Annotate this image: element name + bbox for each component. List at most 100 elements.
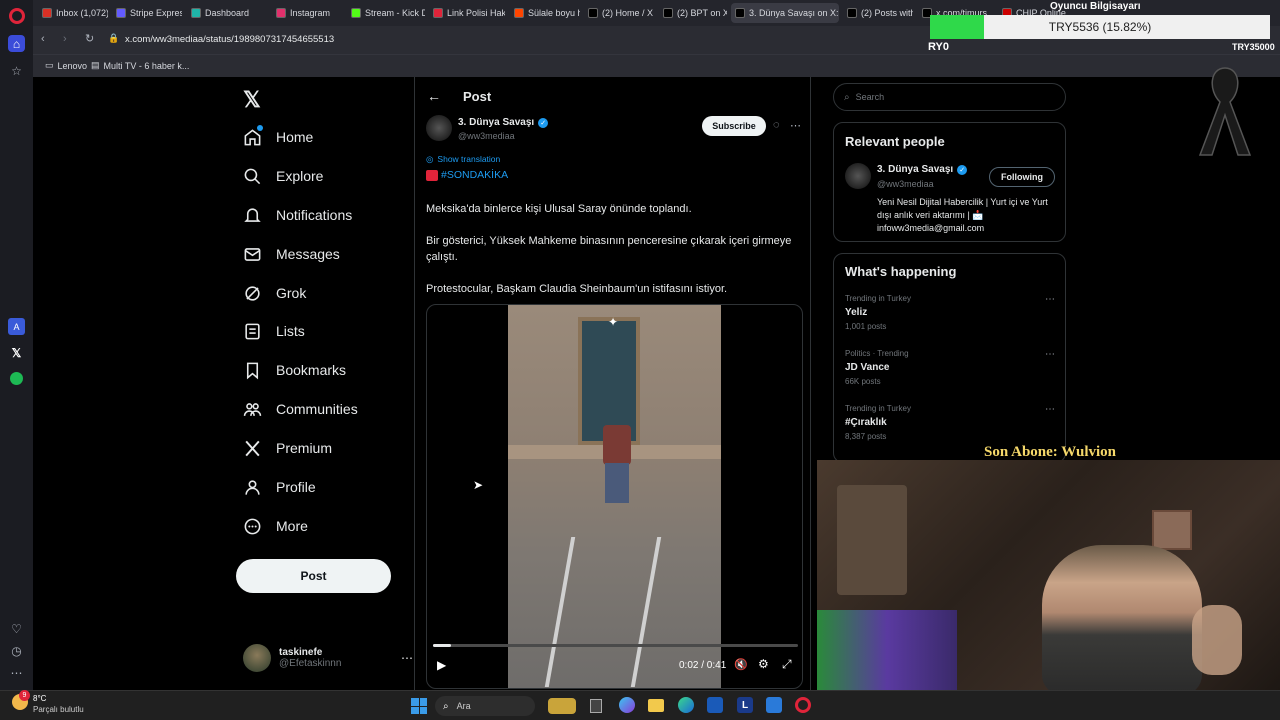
bookmark-multitv[interactable]: ▤ Multi TV - 6 haber k... xyxy=(91,60,189,71)
outlook-icon[interactable] xyxy=(766,697,782,713)
grok-icon[interactable]: ◌ xyxy=(773,119,780,131)
search-input[interactable]: ⌕ Search xyxy=(833,83,1066,111)
nav-label: Profile xyxy=(276,479,316,495)
siren-icon xyxy=(426,169,438,181)
nav-item-premium[interactable]: Premium xyxy=(243,429,332,467)
more-icon[interactable]: ⋯ xyxy=(1045,404,1055,415)
author-avatar[interactable] xyxy=(426,115,452,141)
more-icon[interactable]: ⋯ xyxy=(401,651,413,665)
forward-icon[interactable]: › xyxy=(63,33,67,45)
settings-gear-icon[interactable]: ⚙ xyxy=(758,657,769,671)
author-name-row[interactable]: 3. Dünya Savaşı ✓ xyxy=(458,117,549,128)
tab-label: Sülale boyu ha xyxy=(528,8,580,18)
task-view-icon[interactable] xyxy=(590,699,602,713)
post-button[interactable]: Post xyxy=(236,559,391,593)
tab-1[interactable]: Stripe Express xyxy=(112,3,182,23)
file-explorer-icon[interactable] xyxy=(648,699,664,712)
more-icon[interactable]: ⋯ xyxy=(1045,349,1055,360)
tab-7[interactable]: (2) Home / X xyxy=(584,3,654,23)
bookmark-folder-lenovo[interactable]: ▭ Lenovo xyxy=(45,60,87,71)
mute-icon[interactable]: 🔇 xyxy=(734,658,748,671)
tab-label: Instagram xyxy=(290,8,331,18)
person-name-row[interactable]: 3. Dünya Savaşı ✓ xyxy=(877,164,968,175)
x-logo-icon[interactable]: 𝕏 xyxy=(243,87,261,113)
x-sidebar-icon[interactable]: 𝕏 xyxy=(8,344,25,361)
tab-5[interactable]: Link Polisi Hak xyxy=(429,3,505,23)
copilot-icon[interactable] xyxy=(619,697,635,713)
trend-item[interactable]: Politics · Trending JD Vance 66K posts ⋯ xyxy=(845,349,1055,397)
tab-favicon-icon xyxy=(276,8,286,18)
trend-item[interactable]: Trending in Turkey Yeliz 1,001 posts ⋯ xyxy=(845,294,1055,342)
tab-10[interactable]: (2) Posts with n xyxy=(843,3,913,23)
pinboard-icon[interactable]: ☆ xyxy=(8,62,25,79)
nav-label: Lists xyxy=(276,323,305,339)
store-icon[interactable] xyxy=(707,697,723,713)
reload-icon[interactable]: ↻ xyxy=(85,32,94,45)
aria-icon[interactable]: A xyxy=(8,318,25,335)
account-switcher[interactable]: taskinefe @Efetaskinnn ⋯ xyxy=(243,641,413,675)
following-button[interactable]: Following xyxy=(989,167,1055,187)
video-progress-fill xyxy=(433,644,452,647)
goal-bar: TRY5536 (15.82%) xyxy=(930,15,1270,39)
url-field[interactable]: x.com/ww3mediaa/status/19898073174546555… xyxy=(125,34,334,45)
nav-item-communities[interactable]: Communities xyxy=(243,390,358,428)
trend-count: 66K posts xyxy=(845,377,881,386)
list-icon xyxy=(245,323,260,339)
people-icon xyxy=(243,402,262,416)
widget-icon[interactable] xyxy=(548,698,576,714)
author-name: 3. Dünya Savaşı xyxy=(458,117,535,128)
tab-6[interactable]: Sülale boyu ha xyxy=(510,3,580,23)
person-icon xyxy=(245,479,260,495)
webcam-feed xyxy=(817,460,1280,690)
sparkle-icon[interactable]: ✦ xyxy=(608,315,618,329)
nav-item-more[interactable]: More xyxy=(243,507,308,545)
edge-icon[interactable] xyxy=(678,697,694,713)
subscribe-button[interactable]: Subscribe xyxy=(702,116,766,136)
opera-taskbar-icon[interactable] xyxy=(795,697,811,713)
history-icon[interactable]: ◷ xyxy=(8,642,25,659)
tab-9[interactable]: 3. Dünya Savaşı on X: " xyxy=(731,3,839,23)
back-arrow-icon[interactable]: ← xyxy=(427,88,441,104)
tab-4[interactable]: Stream - Kick D xyxy=(347,3,425,23)
bookmark-label: Multi TV - 6 haber k... xyxy=(103,60,190,71)
hashtag-link[interactable]: #SONDAKİKA xyxy=(441,169,508,181)
happening-title: What's happening xyxy=(845,264,957,279)
tab-favicon-icon xyxy=(191,8,201,18)
person-bio: Yeni Nesil Dijital Habercilik | Yurt içi… xyxy=(877,197,1048,233)
spotify-icon[interactable] xyxy=(8,370,25,387)
tab-3[interactable]: Instagram xyxy=(272,3,342,23)
tab-favicon-icon xyxy=(116,8,126,18)
nav-item-home[interactable]: Home xyxy=(243,118,313,156)
windows-start-icon[interactable] xyxy=(411,698,427,714)
more-icon[interactable]: ⋯ xyxy=(790,119,801,132)
show-translation-link[interactable]: ◎ Show translation xyxy=(426,154,500,165)
notification-dot xyxy=(257,125,263,131)
more-dots-icon[interactable]: ⋯ xyxy=(8,664,25,681)
nav-item-grok[interactable]: Grok xyxy=(243,274,306,312)
lock-icon[interactable]: 🔒 xyxy=(108,33,119,44)
nav-item-bookmarks[interactable]: Bookmarks xyxy=(243,351,346,389)
nav-item-notifications[interactable]: Notifications xyxy=(243,196,352,234)
nav-item-lists[interactable]: Lists xyxy=(243,312,305,350)
lenovo-vantage-icon[interactable]: L xyxy=(737,697,753,713)
nav-item-explore[interactable]: Explore xyxy=(243,157,323,195)
home-sidebar-icon[interactable]: ⌂ xyxy=(8,35,25,52)
person-avatar[interactable] xyxy=(845,163,871,189)
more-icon[interactable]: ⋯ xyxy=(1045,294,1055,305)
nav-item-profile[interactable]: Profile xyxy=(243,468,316,506)
play-icon[interactable]: ▶ xyxy=(437,658,446,672)
heart-icon[interactable]: ♡ xyxy=(8,620,25,637)
verified-icon: ✓ xyxy=(957,164,968,175)
tab-8[interactable]: (2) BPT on X: " xyxy=(659,3,727,23)
video-progress-track[interactable] xyxy=(433,644,798,647)
opera-logo-icon[interactable] xyxy=(9,8,25,24)
fullscreen-icon[interactable]: ⤢ xyxy=(782,657,792,672)
video-player[interactable]: ✦ ➤ ▶ 0:02 / 0:41 🔇 ⚙ ⤢ xyxy=(426,304,803,689)
back-icon[interactable]: ‹ xyxy=(41,33,45,45)
nav-label: More xyxy=(276,518,308,534)
nav-item-messages[interactable]: Messages xyxy=(243,235,340,273)
tab-0[interactable]: Inbox (1,072) - xyxy=(38,3,108,23)
tab-2[interactable]: Dashboard xyxy=(187,3,267,23)
taskbar-search[interactable]: ⌕ Ara xyxy=(435,696,535,716)
video-time: 0:02 / 0:41 xyxy=(679,660,727,671)
